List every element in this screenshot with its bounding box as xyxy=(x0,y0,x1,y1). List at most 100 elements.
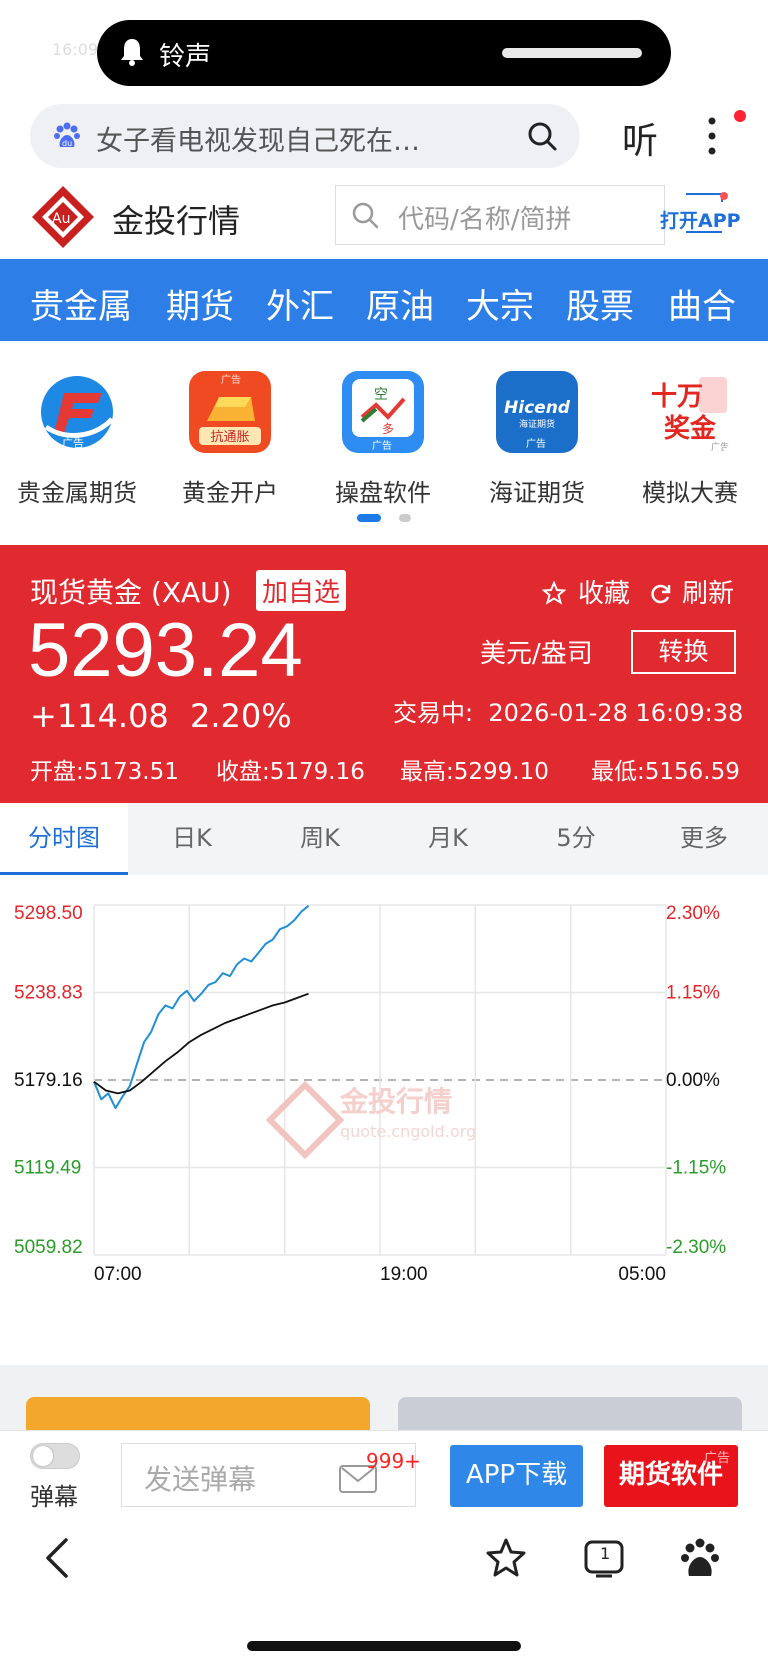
x-axis-label: 05:00 xyxy=(618,1264,666,1285)
y-axis-label-left: 5119.49 xyxy=(14,1158,81,1179)
high-price: 最高:5299.10 xyxy=(400,759,549,785)
svg-text:du: du xyxy=(62,139,72,148)
category-crude-oil[interactable]: 原油 xyxy=(366,279,434,328)
add-watchlist-button[interactable]: 加自选 xyxy=(256,570,347,611)
gold-account-icon: 抗通胀 广告 xyxy=(189,371,271,453)
tab-5min[interactable]: 5分 xyxy=(512,803,640,875)
open-app-label: 打开APP xyxy=(660,210,741,232)
y-axis-label-left: 5238.83 xyxy=(14,983,83,1004)
svg-text:Au: Au xyxy=(52,211,70,227)
category-stocks[interactable]: 股票 xyxy=(566,279,634,328)
trading-software-icon: 空 多 广告 xyxy=(342,371,424,453)
app-precious-metal-futures[interactable]: 广告 贵金属期货 xyxy=(2,371,152,508)
svg-text:多: 多 xyxy=(382,422,394,436)
simulation-contest-icon: 十万 奖金 广告 xyxy=(649,371,731,453)
ad-label: 广告 xyxy=(62,437,84,450)
open-app-button[interactable]: 打开APP xyxy=(660,192,760,242)
ad-label: 广告 xyxy=(711,441,729,453)
baidu-paw-icon[interactable] xyxy=(678,1536,722,1580)
app-simulation-contest[interactable]: 十万 奖金 广告 模拟大赛 xyxy=(615,371,765,508)
app-label: 操盘软件 xyxy=(335,479,431,507)
y-axis-label-right: -1.15% xyxy=(666,1158,726,1179)
refresh-label: 刷新 xyxy=(682,579,735,609)
promo-banner-strip xyxy=(0,1365,768,1437)
app-hicend-futures[interactable]: Hicend 海证期货 广告 海证期货 xyxy=(462,371,612,508)
app-shortcuts: 广告 贵金属期货 抗通胀 广告 黄金开户 空 多 广告 操盘软件 Hicend … xyxy=(0,341,768,546)
app-label: 黄金开户 xyxy=(182,479,278,507)
tab-more[interactable]: 更多 xyxy=(640,803,768,875)
refresh-button[interactable]: 刷新 xyxy=(650,573,734,610)
favorite-button[interactable]: 收藏 xyxy=(541,573,631,610)
ad-label: 广告 xyxy=(526,437,546,450)
tab-intraday[interactable]: 分时图 xyxy=(0,803,128,875)
site-search-placeholder: 代码/名称/简拼 xyxy=(398,205,572,235)
hicend-brand-sub: 海证期货 xyxy=(519,418,555,430)
browser-search-bar[interactable]: du 女子看电视发现自己死在… xyxy=(30,104,580,168)
app-gold-account[interactable]: 抗通胀 广告 黄金开户 xyxy=(155,371,305,508)
bookmark-star-icon[interactable] xyxy=(484,1536,528,1580)
category-commodities[interactable]: 大宗 xyxy=(466,279,534,328)
convert-button[interactable]: 转换 xyxy=(631,630,736,674)
category-nav: 贵金属 期货 外汇 原油 大宗 股票 曲合 xyxy=(0,259,768,341)
search-icon xyxy=(352,202,379,229)
price-line xyxy=(93,904,310,1110)
bell-icon xyxy=(121,39,143,66)
trade-status-label: 交易中: xyxy=(393,699,474,727)
carousel-dot-active xyxy=(357,514,381,522)
barrage-placeholder: 发送弹幕 xyxy=(144,1463,257,1496)
star-icon xyxy=(541,580,567,605)
barrage-toggle[interactable] xyxy=(30,1443,80,1469)
category-forex[interactable]: 外汇 xyxy=(266,279,334,328)
barrage-label: 弹幕 xyxy=(30,1483,78,1511)
average-price-line xyxy=(93,992,309,1095)
message-count-badge: 999+ xyxy=(366,1449,421,1473)
app-trading-software[interactable]: 空 多 广告 操盘软件 xyxy=(308,371,458,508)
trade-status: 交易中: 2026-01-28 16:09:38 xyxy=(393,693,743,728)
x-axis-label: 19:00 xyxy=(380,1264,428,1285)
app-label: 模拟大赛 xyxy=(642,479,738,507)
category-more[interactable]: 曲合 xyxy=(668,279,736,328)
intraday-chart[interactable]: 金投行情 quote.cngold.org 5298.50 2.30% 5238.83… xyxy=(0,875,768,1365)
app-label: 海证期货 xyxy=(489,479,585,507)
site-search-input[interactable]: 代码/名称/简拼 xyxy=(335,185,665,245)
chart-tabs: 分时图 日K 周K 月K 5分 更多 xyxy=(0,803,768,875)
instrument-name: 现货黄金 (XAU) xyxy=(30,576,232,609)
back-icon[interactable] xyxy=(36,1536,80,1580)
precious-metal-futures-icon: 广告 xyxy=(36,371,118,453)
tab-daily-k[interactable]: 日K xyxy=(128,803,256,875)
x-axis-label: 07:00 xyxy=(94,1264,142,1285)
search-icon[interactable] xyxy=(526,120,558,152)
app-download-button[interactable]: APP下载 xyxy=(450,1445,583,1507)
category-futures[interactable]: 期货 xyxy=(166,279,234,328)
open-price: 开盘:5173.51 xyxy=(30,759,179,785)
more-options-icon[interactable] xyxy=(706,116,718,156)
watermark-text: 金投行情 xyxy=(339,1085,452,1118)
close-price: 收盘:5179.16 xyxy=(216,759,365,785)
gold-account-sub: 抗通胀 xyxy=(210,430,249,445)
listen-button[interactable]: 听 xyxy=(622,112,658,164)
y-axis-label-left: 5179.16 xyxy=(14,1070,83,1091)
watermark-logo xyxy=(265,1080,345,1160)
site-title: 金投行情 xyxy=(112,202,241,240)
tabs-button[interactable]: 1 xyxy=(582,1536,626,1580)
y-axis-label-right: 0.00% xyxy=(666,1070,720,1091)
cngold-logo[interactable]: Au xyxy=(30,184,96,250)
prize-top: 十万 xyxy=(651,382,703,412)
ad-label: 广告 xyxy=(704,1451,731,1466)
refresh-icon xyxy=(651,584,671,604)
notification-dot xyxy=(734,110,746,122)
browser-search-query: 女子看电视发现自己死在… xyxy=(96,126,420,157)
current-price: 5293.24 xyxy=(28,608,303,693)
hicend-brand: Hicend xyxy=(504,398,571,418)
carousel-dot[interactable] xyxy=(399,514,411,522)
low-price: 最低:5156.59 xyxy=(591,759,740,785)
favorite-label: 收藏 xyxy=(578,579,631,609)
tab-weekly-k[interactable]: 周K xyxy=(256,803,384,875)
home-indicator xyxy=(247,1641,521,1651)
tab-monthly-k[interactable]: 月K xyxy=(384,803,512,875)
app-label: 贵金属期货 xyxy=(17,479,137,507)
category-precious-metals[interactable]: 贵金属 xyxy=(30,279,132,328)
hicend-futures-icon: Hicend 海证期货 广告 xyxy=(496,371,578,453)
notification-label: 铃声 xyxy=(159,42,212,72)
action-bar: 弹幕 发送弹幕 999+ APP下载 期货软件 广告 xyxy=(0,1430,768,1516)
